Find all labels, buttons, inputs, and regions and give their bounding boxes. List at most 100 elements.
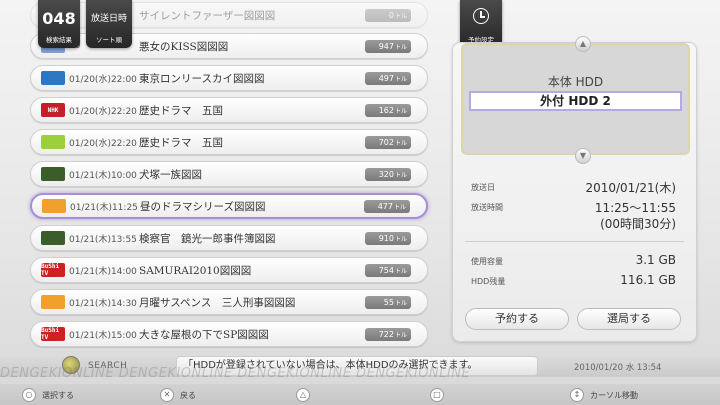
broadcast-date-value: 2010/01/21(木) (585, 181, 676, 195)
broadcast-date-row: 放送日 2010/01/21(木) (471, 181, 676, 195)
dpad-icon: ↕ (570, 388, 584, 402)
program-datetime: 01/21(木)10:00 (69, 170, 137, 181)
search-result-count-tile[interactable]: 048 検索結果 (38, 0, 80, 48)
broadcast-time-label: 放送時間 (471, 203, 503, 212)
program-price-badge: 162トル (365, 103, 411, 117)
sort-label: ソート順 (96, 36, 122, 44)
program-price-unit: トル (394, 235, 407, 243)
program-price-unit: トル (394, 299, 407, 307)
program-title: 犬塚一族図図 (139, 168, 202, 181)
program-row[interactable]: 01/21(木)13:55 検察官 鏡光一郎事件簿図図 910トル (30, 225, 428, 251)
program-title: 悪女のKISS図図図 (139, 40, 229, 53)
program-title: サイレントファーザー図図図 (139, 9, 276, 22)
broadcast-date-label: 放送日 (471, 183, 495, 192)
program-row[interactable]: 01/21(木)11:25 昼のドラマシリーズ図図図 477トル (30, 193, 428, 219)
program-price-unit: トル (393, 203, 406, 211)
reservation-settings-tile[interactable]: 予約設定 (460, 0, 502, 48)
used-capacity-label: 使用容量 (471, 257, 503, 266)
program-title: 東京ロンリースカイ図図図 (139, 72, 265, 85)
program-row[interactable]: BuShi TV 01/21(木)14:00 SAMURAI2010図図図 754トル (30, 257, 428, 283)
program-price-value: 702 (378, 137, 394, 147)
broadcast-time-value: 11:25〜11:55 (594, 201, 676, 215)
program-price-value: 754 (378, 265, 394, 275)
program-price-value: 947 (378, 41, 394, 51)
program-title: 歴史ドラマ 五国 (139, 104, 223, 117)
program-price-badge: 947トル (365, 39, 411, 53)
broadcast-time-row: 放送時間 11:25〜11:55 (471, 201, 676, 215)
program-datetime: 01/21(木)14:30 (69, 298, 137, 309)
tv-channel-icon (41, 71, 65, 85)
program-price-badge: 910トル (365, 231, 411, 245)
program-price-badge: 754トル (365, 263, 411, 277)
program-price-badge: 722トル (365, 327, 411, 341)
tv-channel-icon (41, 135, 65, 149)
broadcast-duration-value: (00時間30分) (600, 217, 676, 231)
hdd-remaining-row: HDD残量 116.1 GB (471, 273, 676, 287)
storage-option-external[interactable]: 外付 HDD 2 (469, 91, 682, 111)
program-price-unit: トル (394, 139, 407, 147)
program-price-value: 722 (378, 329, 394, 339)
program-price-value: 910 (378, 233, 394, 243)
program-datetime: 01/20(水)22:00 (69, 74, 137, 85)
program-list: 00サイレントファーザー図図図0トル00悪女のKISS図図図947トル01/20… (30, 0, 430, 352)
watermark: DENGEKIONLINE DENGEKIONLINE DENGEKIONLIN… (0, 366, 471, 381)
tv-channel-icon (42, 199, 66, 213)
program-price-badge: 477トル (364, 199, 410, 213)
program-price-badge: 55トル (365, 295, 411, 309)
result-count: 048 (42, 9, 76, 28)
control-hint-label: カーソル移動 (590, 391, 638, 400)
program-price-badge: 320トル (365, 167, 411, 181)
program-title: 大きな屋根の下でSP図図図 (139, 328, 269, 341)
program-price-unit: トル (394, 43, 407, 51)
square-button-icon: □ (430, 388, 444, 402)
tv-channel-icon (41, 295, 65, 309)
program-datetime: 01/21(木)11:25 (70, 202, 138, 213)
program-price-value: 497 (378, 73, 394, 83)
program-price-value: 55 (383, 297, 394, 307)
program-row[interactable]: 01/21(木)10:00 犬塚一族図図 320トル (30, 161, 428, 187)
program-row[interactable]: 01/21(木)14:30 月曜サスペンス 三人刑事図図図 55トル (30, 289, 428, 315)
storage-selector[interactable]: ▲ 本体 HDD 外付 HDD 2 ▼ (461, 36, 690, 164)
program-price-value: 477 (377, 201, 393, 211)
reserve-button[interactable]: 予約する (465, 308, 569, 330)
program-price-value: 162 (378, 105, 394, 115)
program-price-badge: 702トル (365, 135, 411, 149)
circle-button-icon: ○ (22, 388, 36, 402)
bushi-channel-icon: BuShi TV (41, 263, 65, 277)
program-row[interactable]: BuShi TV 01/21(木)15:00 大きな屋根の下でSP図図図 722トル (30, 321, 428, 347)
program-datetime: 01/21(木)13:55 (69, 234, 137, 245)
chevron-up-icon[interactable]: ▲ (575, 36, 591, 52)
bushi-channel-icon: BuShi TV (41, 327, 65, 341)
tune-channel-button[interactable]: 選局する (577, 308, 681, 330)
program-datetime: 01/21(木)14:00 (69, 266, 137, 277)
program-price-unit: トル (394, 107, 407, 115)
program-price-unit: トル (394, 75, 407, 83)
control-hint-label: 選択する (42, 391, 74, 400)
program-datetime: 01/21(木)15:00 (69, 330, 137, 341)
program-price-unit: トル (394, 331, 407, 339)
program-row[interactable]: 01/20(水)22:20 歴史ドラマ 五国 702トル (30, 129, 428, 155)
control-hint-label: 戻る (180, 391, 196, 400)
program-price-badge: 497トル (365, 71, 411, 85)
program-price-value: 320 (378, 169, 394, 179)
program-price-unit: トル (394, 267, 407, 275)
hdd-remaining-label: HDD残量 (471, 277, 506, 286)
storage-option-internal[interactable]: 本体 HDD (463, 73, 688, 90)
program-title: 昼のドラマシリーズ図図図 (140, 200, 266, 213)
program-title: 月曜サスペンス 三人刑事図図図 (139, 296, 296, 309)
program-row[interactable]: 01/20(水)22:00 東京ロンリースカイ図図図 497トル (30, 65, 428, 91)
result-count-label: 検索結果 (46, 36, 72, 44)
triangle-button-icon: △ (296, 388, 310, 402)
detail-panel: ▲ 本体 HDD 外付 HDD 2 ▼ 放送日 2010/01/21(木) 放送… (452, 36, 697, 342)
program-datetime: 01/20(水)22:20 (69, 106, 137, 117)
program-price-unit: トル (394, 171, 407, 179)
hdd-remaining-value: 116.1 GB (620, 273, 676, 287)
sort-value: 放送日時 (90, 14, 127, 24)
cross-button-icon: ✕ (160, 388, 174, 402)
clock-icon (473, 8, 489, 24)
sort-order-tile[interactable]: 放送日時 ソート順 (86, 0, 132, 48)
chevron-down-icon[interactable]: ▼ (575, 148, 591, 164)
program-row[interactable]: NHK 01/20(水)22:20 歴史ドラマ 五国 162トル (30, 97, 428, 123)
nhk-channel-icon: NHK (41, 103, 65, 117)
program-title: 歴史ドラマ 五国 (139, 136, 223, 149)
